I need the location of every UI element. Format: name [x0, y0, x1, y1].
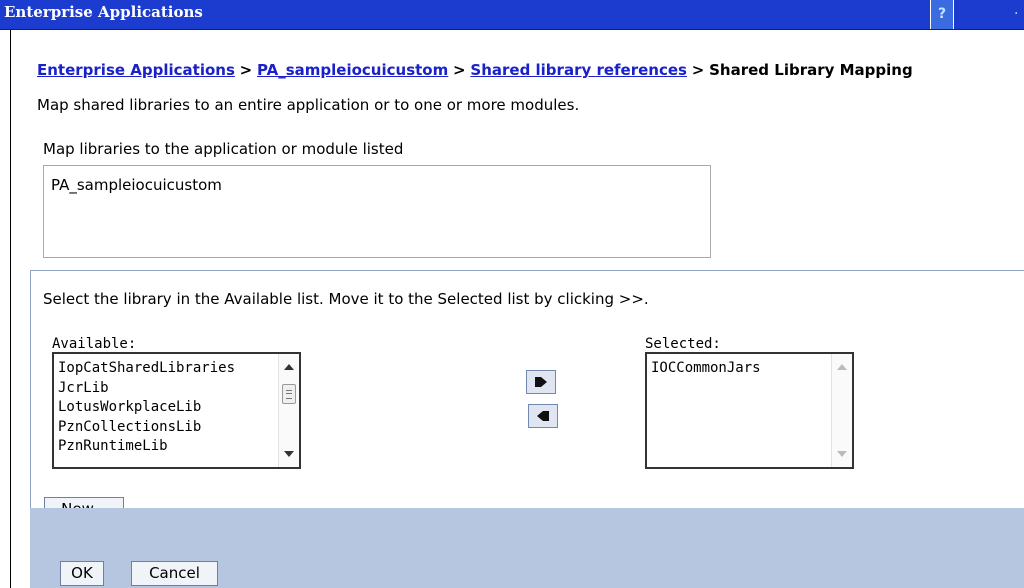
library-instruction: Select the library in the Available list… [43, 290, 649, 308]
mapping-label: Map libraries to the application or modu… [43, 140, 404, 158]
scroll-up-icon[interactable] [837, 364, 847, 370]
breadcrumb-separator: > [239, 61, 253, 79]
available-item[interactable]: LotusWorkplaceLib [58, 398, 235, 418]
page-description: Map shared libraries to an entire applic… [37, 96, 580, 114]
mapping-listbox[interactable]: PA_sampleiocuicustom [43, 165, 711, 258]
breadcrumb-application[interactable]: PA_sampleiocuicustom [257, 61, 448, 79]
page-title: Shared Library Mapping [709, 61, 913, 79]
available-scrollbar[interactable] [278, 354, 299, 467]
window-title: Enterprise Applications [4, 3, 203, 21]
left-border [10, 30, 11, 588]
left-arrow-icon [537, 411, 549, 421]
help-button[interactable]: ? [930, 0, 954, 29]
help-icon: ? [937, 6, 947, 22]
cancel-button[interactable]: Cancel [131, 561, 218, 586]
window-title-bar: Enterprise Applications ? . [0, 0, 1024, 30]
right-arrow-icon [535, 377, 547, 387]
breadcrumb-shared-library-references[interactable]: Shared library references [470, 61, 687, 79]
add-library-button[interactable] [526, 370, 556, 394]
selected-listbox[interactable]: IOCCommonJars [645, 352, 854, 469]
breadcrumb: Enterprise Applications > PA_sampleiocui… [37, 61, 913, 79]
breadcrumb-separator: > [453, 61, 466, 79]
available-listbox[interactable]: IopCatSharedLibraries JcrLib LotusWorkpl… [52, 352, 301, 469]
scroll-up-icon[interactable] [284, 364, 294, 370]
selected-scrollbar[interactable] [831, 354, 852, 467]
available-item[interactable]: PznCollectionsLib [58, 418, 235, 438]
mapping-value[interactable]: PA_sampleiocuicustom [51, 176, 222, 194]
available-label: Available: [52, 336, 137, 352]
ok-button[interactable]: OK [60, 561, 104, 586]
minimize-icon[interactable]: . [1014, 2, 1018, 18]
breadcrumb-separator: > [691, 61, 705, 79]
breadcrumb-enterprise-applications[interactable]: Enterprise Applications [37, 61, 235, 79]
scroll-thumb[interactable] [282, 384, 296, 404]
remove-library-button[interactable] [528, 404, 558, 428]
scroll-down-icon[interactable] [837, 451, 847, 457]
selected-label: Selected: [645, 336, 721, 352]
available-item[interactable]: PznRuntimeLib [58, 437, 235, 457]
available-item[interactable]: JcrLib [58, 379, 235, 399]
selected-item[interactable]: IOCCommonJars [651, 359, 761, 379]
scroll-down-icon[interactable] [284, 451, 294, 457]
available-item[interactable]: IopCatSharedLibraries [58, 359, 235, 379]
